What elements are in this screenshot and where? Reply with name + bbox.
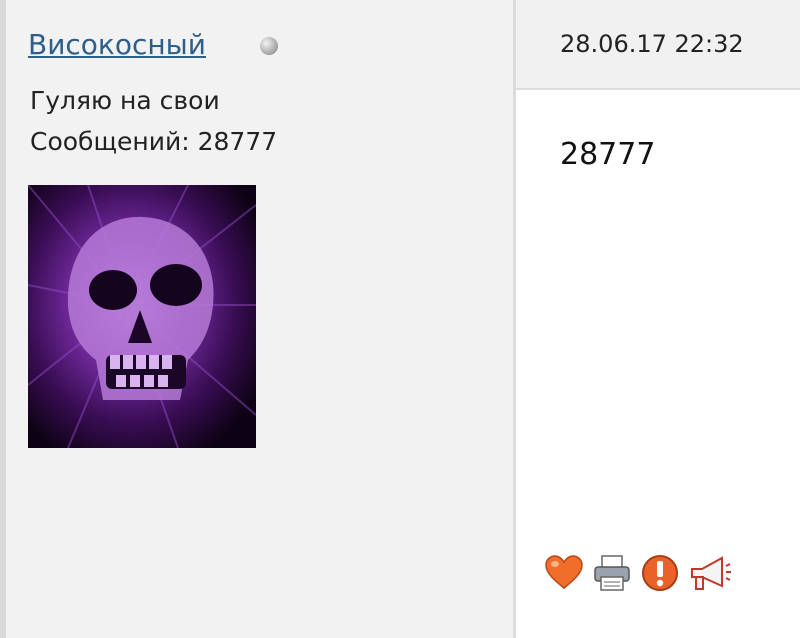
username-link[interactable]: Високосный: [28, 28, 206, 61]
post-header: 28.06.17 22:32: [516, 0, 800, 90]
warning-icon[interactable]: [640, 553, 680, 593]
post-count: Сообщений: 28777: [30, 127, 278, 156]
offline-status-icon: [260, 37, 278, 55]
panel-border: [0, 0, 6, 638]
heart-icon[interactable]: [544, 553, 584, 593]
megaphone-icon[interactable]: [688, 553, 731, 593]
post-content-panel: 28.06.17 22:32 28777: [516, 0, 800, 638]
post-author-panel: Високосный Гуляю на свои Сообщений: 2877…: [0, 0, 513, 638]
avatar[interactable]: [28, 185, 256, 448]
printer-icon[interactable]: [592, 553, 632, 593]
post-date: 28.06.17 22:32: [560, 30, 744, 58]
post-message: 28777: [560, 137, 656, 172]
skull-avatar-image: [28, 185, 256, 448]
user-title: Гуляю на свои: [30, 86, 220, 115]
post-actions: [544, 553, 744, 595]
